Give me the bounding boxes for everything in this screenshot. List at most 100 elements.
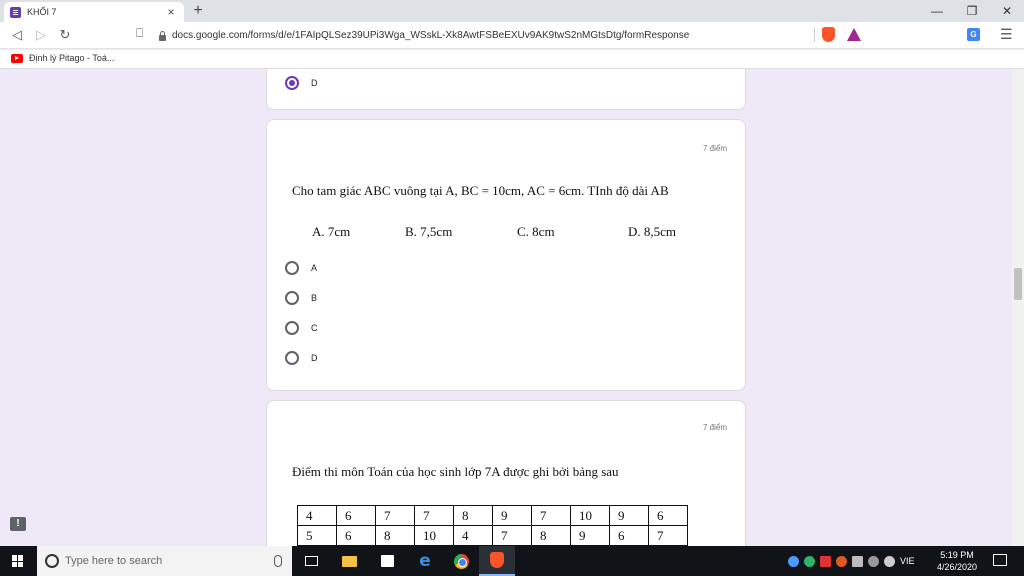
windows-icon (12, 555, 24, 567)
scrollbar[interactable] (1012, 69, 1024, 546)
brave-shield-icon[interactable] (822, 27, 835, 42)
url-text[interactable]: docs.google.com/forms/d/e/1FAIpQLSez39UP… (172, 30, 689, 41)
chrome-button[interactable] (443, 546, 479, 576)
answer-a: A. 7cm (312, 224, 351, 239)
bookmark-icon[interactable]: ⎕ (136, 26, 143, 41)
points-label: 7 điểm (702, 144, 727, 153)
table-cell: 10 (570, 505, 610, 526)
bookmarks-bar: Định lý Pitago - Toá... (0, 50, 1024, 69)
start-button[interactable] (0, 546, 36, 576)
menu-icon[interactable]: ☰ (1000, 26, 1013, 43)
address-bar[interactable]: docs.google.com/forms/d/e/1FAIpQLSez39UP… (158, 25, 868, 46)
store-button[interactable] (369, 546, 405, 576)
question-text: Điểm thi môn Toán của học sinh lớp 7A đư… (292, 464, 619, 479)
folder-icon (341, 555, 357, 567)
option-label: C (311, 323, 318, 333)
option-label: D (311, 78, 318, 88)
toolbar-divider (814, 28, 815, 42)
table-cell: 7 (492, 525, 532, 546)
previous-question-card: D (266, 69, 746, 110)
volume-icon[interactable] (884, 555, 895, 567)
option-c-row[interactable]: C (285, 321, 318, 335)
minimize-button[interactable]: — (920, 0, 954, 22)
file-explorer-button[interactable] (331, 546, 367, 576)
clock-date: 4/26/2020 (936, 562, 978, 572)
question-card: 7 điểm Điểm thi môn Toán của học sinh lớ… (266, 400, 746, 546)
edge-icon: e (419, 551, 431, 571)
search-placeholder[interactable]: Type here to search (65, 555, 274, 567)
answer-c: C. 8cm (517, 224, 555, 239)
question-card: 7 điểm Cho tam giác ABC vuông tại A, BC … (266, 119, 746, 391)
new-tab-button[interactable]: + (190, 2, 206, 20)
taskbar-search[interactable]: Type here to search (37, 546, 292, 576)
feedback-icon[interactable]: ! (10, 517, 26, 531)
radio-icon[interactable] (285, 351, 299, 365)
tab-close-icon[interactable]: × (164, 5, 178, 19)
notification-icon[interactable] (993, 554, 1007, 566)
battery-icon[interactable] (852, 555, 863, 567)
table-cell: 4 (453, 525, 493, 546)
table-cell: 6 (336, 525, 376, 546)
system-tray: VIE (788, 546, 915, 576)
form-page: D 7 điểm Cho tam giác ABC vuông tại A, B… (0, 69, 1012, 546)
edge-button[interactable]: e (407, 546, 443, 576)
table-cell: 6 (609, 525, 649, 546)
option-label: A (311, 263, 318, 273)
table-cell: 8 (453, 505, 493, 526)
zalo-icon[interactable] (788, 555, 799, 567)
table-cell: 9 (570, 525, 610, 546)
lock-icon (158, 30, 167, 41)
tab-title: KHỐI 7 (27, 7, 57, 17)
option-label: D (311, 353, 318, 363)
table-cell: 7 (414, 505, 454, 526)
question-text: Cho tam giác ABC vuông tại A, BC = 10cm,… (292, 183, 669, 198)
answer-b: B. 7,5cm (405, 224, 453, 239)
translate-icon[interactable]: G (967, 28, 980, 41)
forward-icon[interactable]: ▷ (32, 26, 50, 44)
answer-d: D. 8,5cm (628, 224, 677, 239)
table-cell: 9 (609, 505, 649, 526)
close-window-button[interactable]: ✕ (990, 0, 1024, 22)
tray-app-icon[interactable] (836, 555, 847, 567)
table-cell: 8 (375, 525, 415, 546)
table-row: 4 6 7 7 8 9 7 10 9 6 (297, 505, 688, 526)
option-a-row[interactable]: A (285, 261, 317, 275)
option-b-row[interactable]: B (285, 291, 317, 305)
table-cell: 10 (414, 525, 454, 546)
clock[interactable]: 5:19 PM 4/26/2020 (928, 549, 986, 573)
radio-selected-icon[interactable] (285, 76, 299, 90)
radio-icon[interactable] (285, 261, 299, 275)
language-indicator[interactable]: VIE (900, 556, 915, 566)
table-cell: 7 (375, 505, 415, 526)
browser-tab[interactable]: KHỐI 7 × (4, 2, 184, 22)
brave-button[interactable] (479, 546, 515, 576)
clock-time: 5:19 PM (940, 550, 974, 560)
task-view-button[interactable] (293, 546, 329, 576)
reload-icon[interactable]: ↻ (56, 26, 74, 44)
brave-icon (490, 552, 504, 568)
table-cell: 7 (531, 505, 571, 526)
chrome-icon (453, 553, 469, 569)
brave-rewards-icon[interactable] (847, 28, 861, 41)
bookmark-item[interactable]: Định lý Pitago - Toá... (11, 53, 114, 63)
unikey-icon[interactable] (820, 555, 831, 567)
restore-button[interactable]: ❐ (955, 0, 989, 22)
radio-icon[interactable] (285, 321, 299, 335)
scores-table: 4 6 7 7 8 9 7 10 9 6 5 6 8 10 4 7 8 9 6 7 (297, 505, 688, 546)
youtube-icon (11, 53, 23, 63)
radio-icon[interactable] (285, 291, 299, 305)
scrollbar-thumb[interactable] (1014, 268, 1022, 300)
option-d-row[interactable]: D (285, 351, 318, 365)
task-view-icon (304, 556, 318, 566)
back-icon[interactable]: ◁ (8, 26, 26, 44)
microphone-icon[interactable] (274, 555, 282, 567)
option-d-row[interactable]: D (285, 76, 318, 90)
cortana-icon (45, 554, 59, 568)
tab-strip: KHỐI 7 × + — ❐ ✕ (0, 0, 1024, 22)
tray-app-icon[interactable] (804, 555, 815, 567)
taskbar: Type here to search e VIE 5:19 PM 4/26/2… (0, 546, 1024, 576)
wifi-icon[interactable] (868, 555, 879, 567)
points-label: 7 điểm (702, 423, 727, 432)
table-row: 5 6 8 10 4 7 8 9 6 7 (297, 525, 688, 546)
table-cell: 8 (531, 525, 571, 546)
